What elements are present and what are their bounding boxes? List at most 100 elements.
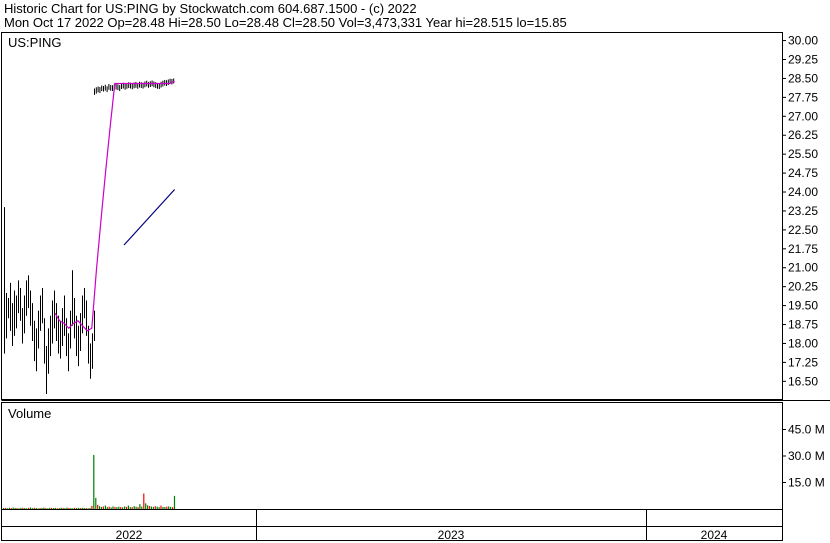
volume-bar [81,507,83,509]
volume-bar [156,506,158,509]
price-tick-label: 24.75 [788,166,818,180]
volume-bar [120,507,122,509]
volume-bar [20,507,22,509]
volume-bar [154,506,156,509]
volume-bar [43,507,45,509]
volume-bar [135,506,137,509]
volume-bar [10,508,12,509]
volume-bar [3,508,5,509]
volume-bar [72,508,74,510]
price-tick-label: 30.00 [788,34,818,48]
volume-bar [45,508,47,509]
volume-bar [87,508,89,510]
symbol-label: US:PING [8,35,61,50]
price-tick-label: 21.00 [788,261,818,275]
volume-tick-label: 45.0 M [788,423,825,437]
price-tick-label: 27.00 [788,109,818,123]
volume-bar [170,506,172,509]
volume-bar [51,507,53,509]
volume-label: Volume [8,406,51,421]
volume-bar [141,506,143,509]
volume-bar [99,506,101,509]
volume-tick-label: 15.0 M [788,476,825,490]
year-label: 2023 [438,528,465,542]
volume-bar [8,507,10,509]
volume-bar [77,507,80,509]
volume-bar [147,505,149,509]
volume-bar [173,495,176,509]
price-tick-label: 22.50 [788,223,818,237]
volume-bar [102,506,104,509]
stock-chart: US:PING Volume 30.00 29.25 28.50 27.75 27.00… [1,32,830,542]
volume-bar [47,508,49,510]
volume-bar [143,493,145,509]
volume-bar [95,497,97,509]
volume-bar [4,507,7,509]
volume-bar [129,507,131,509]
volume-bar [26,508,28,510]
volume-bar [62,507,64,509]
volume-bar [35,507,37,509]
volume-bar [29,507,32,509]
volume-bar [56,508,58,510]
volume-bar [166,506,168,509]
price-tick-label: 27.75 [788,90,818,104]
volume-bar [104,505,106,509]
volume-bar [39,508,41,509]
volume-bar [125,506,128,509]
price-tick-label: 24.00 [788,185,818,199]
price-tick-label: 20.25 [788,280,818,294]
volume-bar [18,508,20,510]
volume-bar [49,507,51,509]
volume-bar [37,508,39,510]
volume-bar [41,507,43,509]
volume-bar [70,508,72,509]
volume-bar [172,507,174,509]
volume-bar [91,505,93,509]
price-panel-frame [1,32,783,400]
price-tick-label: 23.25 [788,204,818,218]
volume-bar [64,508,66,509]
volume-tick-label: 30.0 M [788,449,825,463]
volume-bar [83,507,85,509]
volume-bar [79,508,81,509]
volume-bar [122,507,124,509]
volume-bar [131,507,133,509]
volume-bar [97,504,99,509]
volume-bar [112,506,114,509]
volume-bar [152,506,154,509]
volume-bar [116,507,118,509]
volume-bar [168,506,170,509]
price-tick-label: 17.25 [788,355,818,369]
volume-bar [74,507,76,509]
volume-bar [60,507,62,509]
volume-bar [54,507,56,509]
price-tick-label: 29.25 [788,53,818,67]
volume-bar [76,508,78,509]
price-tick-label: 19.50 [788,299,818,313]
volume-bar [106,507,108,509]
volume-bar [148,506,151,509]
volume-bar [110,507,112,509]
price-tick-label: 26.25 [788,128,818,142]
price-axis: 30.00 29.25 28.50 27.75 27.00 26.25 25.50 24.75… [788,34,818,389]
volume-bar [124,506,126,509]
volume-bar [22,507,24,509]
volume-bar [145,503,147,509]
volume-bar [108,506,110,509]
volume-bar [158,507,160,509]
volume-bar [133,506,135,509]
price-tick-label: 18.75 [788,318,818,332]
volume-bar [31,508,33,509]
volume-bar [68,507,70,509]
volume-bar [137,507,139,509]
volume-bar [114,506,116,509]
volume-bar [12,507,14,509]
volume-bar [127,505,129,509]
volume-bar [139,504,141,509]
volume-bar [6,508,8,510]
price-tick-label: 16.50 [788,374,818,388]
price-tick-label: 21.75 [788,242,818,256]
volume-bar [33,507,35,509]
volume-panel-frame [1,402,783,510]
